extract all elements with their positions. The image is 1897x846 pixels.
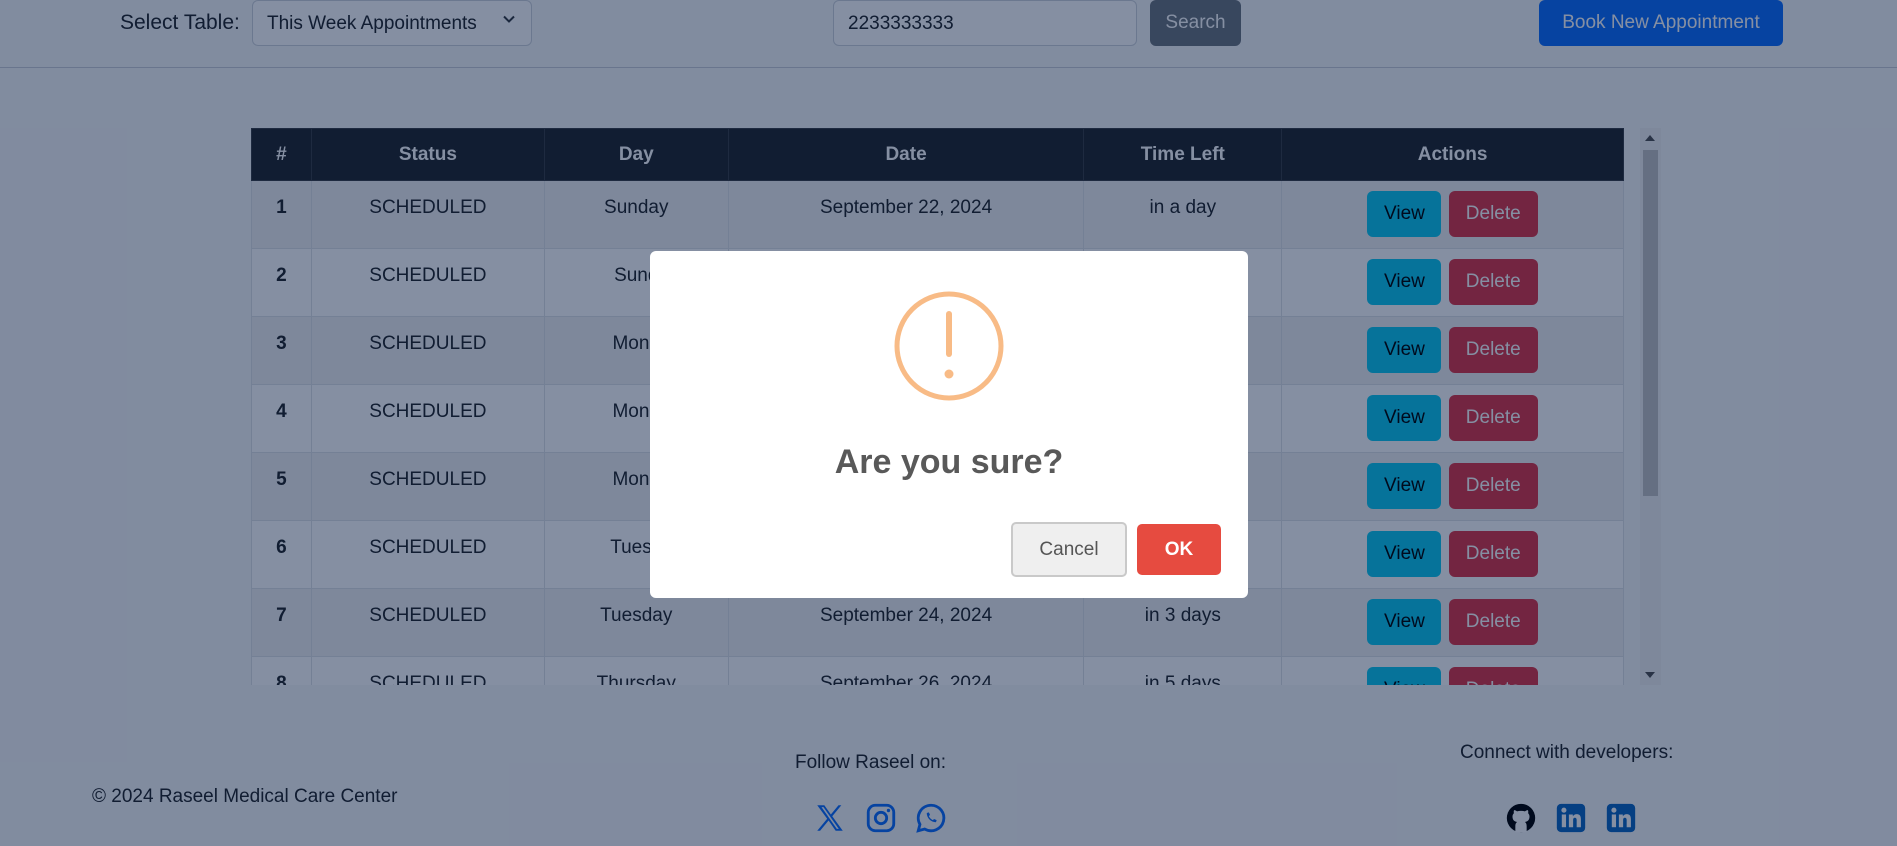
warning-icon [894,291,1004,401]
cancel-button[interactable]: Cancel [1011,522,1127,577]
dialog-title: Are you sure? [834,443,1064,481]
confirm-dialog: Are you sure? Cancel OK [650,251,1248,598]
ok-button[interactable]: OK [1137,524,1221,575]
